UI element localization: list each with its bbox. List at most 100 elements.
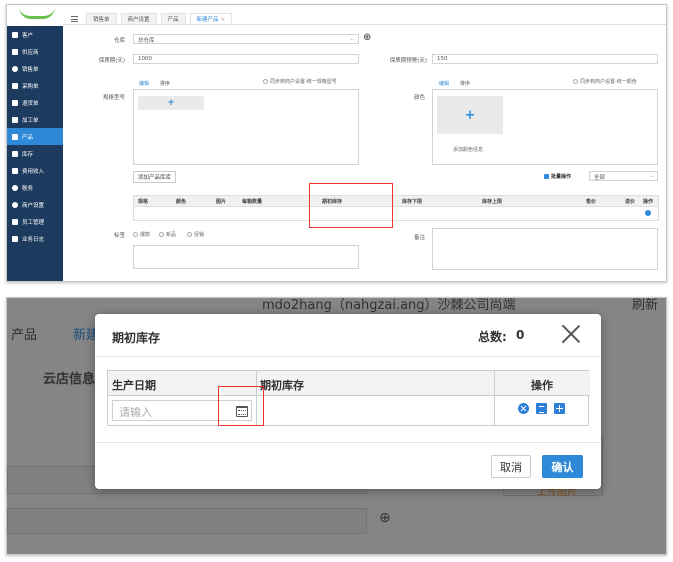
- add-color-info: 添加颜色信息: [453, 147, 484, 153]
- radio-icon: [573, 79, 578, 84]
- stock-grid-row: [133, 207, 659, 221]
- tab-new-product[interactable]: 新建产品 ×: [189, 12, 233, 25]
- col-spec: 规格: [138, 199, 149, 205]
- tag-option-promo[interactable]: 促销: [187, 231, 204, 238]
- tab-settings[interactable]: 商户设置: [120, 12, 157, 25]
- action-cell: [494, 396, 590, 426]
- initial-stock-dialog-screen: mdo2hang（nahgzai.ang）沙棘公司尚端 刷新 产品 新建 云店信…: [6, 297, 667, 555]
- shelf-warn-label: 保质期预警(天): [389, 58, 427, 64]
- staff-icon: [12, 218, 18, 225]
- return-icon: [12, 99, 18, 106]
- spec-box: +: [133, 89, 359, 165]
- supplier-icon: [12, 48, 18, 55]
- color-box: + 添加颜色信息: [432, 89, 658, 165]
- tab-sales[interactable]: 销售单: [86, 12, 117, 25]
- col-per-box: 每箱数量: [242, 199, 263, 205]
- chevron-down-icon: ⌄: [349, 36, 354, 42]
- checkbox-icon: [187, 232, 192, 237]
- add-row-icon[interactable]: [645, 210, 651, 216]
- tag-option-new[interactable]: 新品: [159, 231, 176, 238]
- add-stock-button[interactable]: 添加产品库库: [133, 171, 177, 183]
- user-icon: [12, 31, 18, 38]
- checkbox-icon: [133, 232, 138, 237]
- col-stock-min: 库存下限: [402, 199, 423, 205]
- checkbox-icon: [159, 232, 164, 237]
- color-tab-sort[interactable]: 排序: [460, 80, 470, 87]
- warehouse-select[interactable]: 总仓库 ⌄: [133, 34, 359, 44]
- batch-select[interactable]: 全部 ⌄: [589, 171, 658, 181]
- initial-stock-modal: 期初库存 总数: 0 生产日期 期初库存 操作 请输入 取消 确认: [95, 314, 601, 489]
- add-spec-button[interactable]: +: [138, 96, 204, 110]
- tag-label: 标签: [113, 233, 125, 239]
- shelf-life-input[interactable]: 1000: [133, 54, 359, 64]
- col-action: 操作: [643, 199, 654, 205]
- warehouse-icon: [12, 150, 18, 157]
- logo: [7, 5, 63, 26]
- total-label: 总数:: [478, 330, 507, 344]
- shelf-life-label: 保质期(天): [98, 58, 125, 64]
- color-label: 颜色: [413, 95, 425, 101]
- col-color: 颜色: [176, 199, 187, 205]
- add-color-button[interactable]: +: [437, 96, 503, 134]
- highlight-initial-stock: [309, 183, 393, 228]
- spec-sync-option[interactable]: 同步到商户设置-统一规格型号: [263, 78, 337, 85]
- product-edit-panel: 客户 供应商 销售单 采购单 退货单 加工单 产品 库存 费用收入 账务 商户设…: [6, 4, 667, 282]
- stock-table: 生产日期 期初库存 操作 请输入: [107, 370, 590, 426]
- sidebar-item-return[interactable]: 退货单: [7, 94, 63, 111]
- shelf-warn-input[interactable]: 150: [432, 54, 658, 64]
- close-icon[interactable]: ×: [221, 17, 226, 23]
- tag-option-hot[interactable]: 爆款: [133, 231, 150, 238]
- warehouse-label: 仓库: [113, 38, 125, 44]
- spec-tab-sort[interactable]: 排序: [160, 80, 170, 87]
- col-action: 操作: [494, 371, 590, 396]
- add-warehouse-icon[interactable]: ⊕: [363, 32, 371, 43]
- col-price: 售价: [586, 199, 597, 205]
- radio-icon: [263, 79, 268, 84]
- sidebar-item-purchase[interactable]: 采购单: [7, 77, 63, 94]
- batch-operation[interactable]: 批量操作: [544, 173, 571, 180]
- sidebar-item-expense[interactable]: 费用收入: [7, 162, 63, 179]
- menu-toggle-icon[interactable]: [71, 15, 78, 22]
- sidebar-item-accounts[interactable]: 账务: [7, 179, 63, 196]
- col-initial-stock: 期初库存: [256, 371, 494, 396]
- col-image: 图片: [216, 199, 227, 205]
- checkbox-icon: [544, 174, 549, 179]
- close-icon[interactable]: [561, 324, 581, 344]
- spec-label: 规格型号: [102, 95, 125, 101]
- sidebar-item-sales[interactable]: 销售单: [7, 60, 63, 77]
- sidebar-item-customer[interactable]: 客户: [7, 26, 63, 43]
- tab-product[interactable]: 产品: [160, 12, 186, 25]
- modal-title: 期初库存: [112, 331, 161, 345]
- sidebar-item-stock[interactable]: 库存: [7, 145, 63, 162]
- col-cost: 进价: [625, 199, 636, 205]
- money-icon: [12, 167, 18, 174]
- sidebar: 客户 供应商 销售单 采购单 退货单 加工单 产品 库存 费用收入 账务 商户设…: [7, 5, 63, 281]
- total-value: 0: [516, 328, 525, 342]
- color-tab-edit[interactable]: 编辑: [439, 80, 449, 87]
- remark-label: 备注: [413, 235, 425, 241]
- initial-stock-cell[interactable]: [256, 396, 494, 426]
- sales-icon: [12, 65, 18, 72]
- copy-row-icon[interactable]: [536, 403, 547, 414]
- spec-tab-edit[interactable]: 编辑: [139, 80, 149, 87]
- sidebar-item-processing[interactable]: 加工单: [7, 111, 63, 128]
- highlight-calendar: [218, 386, 264, 426]
- sidebar-item-product[interactable]: 产品: [7, 128, 63, 145]
- tag-input[interactable]: [133, 245, 359, 269]
- stock-grid-header: 规格 颜色 图片 每箱数量 期初库存 库存下限 库存上限 售价 进价 操作: [133, 195, 659, 207]
- ledger-icon: [12, 184, 18, 191]
- confirm-button[interactable]: 确认: [542, 455, 583, 478]
- gear-icon: [12, 201, 18, 208]
- sidebar-item-settings[interactable]: 商户设置: [7, 196, 63, 213]
- delete-row-icon[interactable]: [518, 403, 529, 414]
- add-row-icon[interactable]: [554, 403, 565, 414]
- sidebar-item-log[interactable]: 业务日志: [7, 230, 63, 247]
- cancel-button[interactable]: 取消: [491, 455, 531, 478]
- sidebar-item-supplier[interactable]: 供应商: [7, 43, 63, 60]
- color-sync-option[interactable]: 同步到商户设置-统一颜色: [573, 78, 637, 85]
- sidebar-item-staff[interactable]: 员工管理: [7, 213, 63, 230]
- remark-textarea[interactable]: [432, 228, 658, 270]
- col-stock-max: 库存上限: [482, 199, 503, 205]
- chevron-down-icon: ⌄: [649, 173, 654, 179]
- log-icon: [12, 235, 18, 242]
